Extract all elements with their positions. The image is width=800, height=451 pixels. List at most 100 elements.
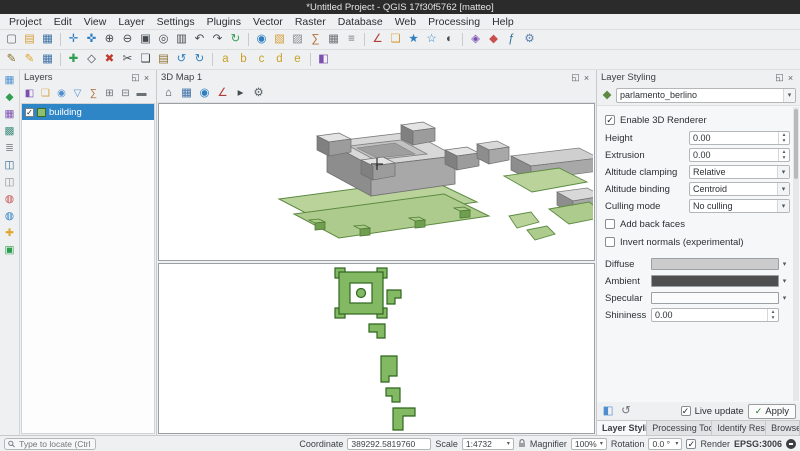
menu-item-help[interactable]: Help: [486, 15, 520, 29]
layer-labeling-icon[interactable]: a: [217, 51, 234, 68]
spinner-arrows[interactable]: ▴▾: [767, 309, 778, 321]
close-icon[interactable]: ×: [785, 73, 796, 83]
map-tips-icon[interactable]: ❏: [387, 31, 404, 48]
collapse-all-icon[interactable]: ⊟: [118, 86, 133, 101]
messages-icon[interactable]: [786, 439, 796, 449]
pan-map-icon[interactable]: ✛: [65, 31, 82, 48]
scale-select[interactable]: 1:4732 ▾: [462, 438, 514, 450]
tab-processing-toolbox[interactable]: Processing Toolbox: [647, 421, 712, 435]
python-console-icon[interactable]: ƒ: [503, 31, 520, 48]
extrusion-spinbox[interactable]: 0.00 ▴▾: [689, 148, 790, 162]
crs-badge[interactable]: EPSG:3006: [734, 439, 782, 449]
identify-3d-icon[interactable]: ◉: [196, 85, 213, 102]
locate-input[interactable]: [17, 438, 92, 450]
cut-features-icon[interactable]: ✂: [119, 51, 136, 68]
save-project-icon[interactable]: ▦: [39, 31, 56, 48]
live-update-checkbox[interactable]: [681, 406, 691, 416]
remove-layer-icon[interactable]: ▬: [134, 86, 149, 101]
new-geopackage-icon[interactable]: ▣: [2, 243, 18, 258]
checkbox-icon[interactable]: [605, 219, 615, 229]
layer-styling-panel-icon[interactable]: ◧: [315, 51, 332, 68]
ambient-color-button[interactable]: [651, 275, 779, 287]
layer-row-building[interactable]: ✓ building: [22, 104, 154, 120]
vertex-tool-icon[interactable]: ◇: [83, 51, 100, 68]
open-layer-styling-icon[interactable]: ◧: [22, 86, 37, 101]
menu-item-plugins[interactable]: Plugins: [201, 15, 247, 29]
toggle-editing-icon[interactable]: ✎: [21, 51, 38, 68]
measure-3d-icon[interactable]: ∠: [214, 85, 231, 102]
add-back-faces-checkbox[interactable]: Add back faces: [605, 216, 790, 232]
label-move-icon[interactable]: c: [253, 51, 270, 68]
layer-visibility-checkbox[interactable]: ✓: [25, 108, 34, 117]
menu-item-raster[interactable]: Raster: [289, 15, 332, 29]
menu-item-edit[interactable]: Edit: [48, 15, 78, 29]
dock-icon[interactable]: ◱: [774, 72, 785, 83]
redo-icon[interactable]: ↻: [191, 51, 208, 68]
manage-themes-icon[interactable]: ◉: [54, 86, 69, 101]
map3d-viewport[interactable]: [158, 103, 595, 261]
paste-features-icon[interactable]: ▤: [155, 51, 172, 68]
label-single-icon[interactable]: b: [235, 51, 252, 68]
zoom-in-icon[interactable]: ⊕: [101, 31, 118, 48]
styling-layer-select[interactable]: parlamento_berlino ▾: [616, 88, 796, 103]
tab-layer-styling[interactable]: Layer Styling: [597, 421, 647, 435]
zoom-out-icon[interactable]: ⊖: [119, 31, 136, 48]
scrollbar-thumb[interactable]: [794, 109, 798, 179]
zoom-full-icon[interactable]: ▣: [137, 31, 154, 48]
close-icon[interactable]: ×: [581, 73, 592, 83]
coordinate-field[interactable]: 389292.5819760: [347, 438, 431, 450]
magnifier-spinbox[interactable]: 100% ▾: [571, 438, 607, 450]
identify-features-icon[interactable]: ◉: [253, 31, 270, 48]
menu-item-vector[interactable]: Vector: [247, 15, 289, 29]
spinner-arrows[interactable]: ▴▾: [778, 149, 789, 161]
diffuse-color-button[interactable]: [651, 258, 779, 270]
altitude-clamping-select[interactable]: Relative ▾: [689, 165, 790, 179]
data-source-manager-icon[interactable]: ▦: [2, 73, 18, 88]
zoom-last-icon[interactable]: ↶: [191, 31, 208, 48]
locate-search[interactable]: [4, 438, 96, 450]
map-canvas[interactable]: [158, 263, 595, 434]
render-checkbox[interactable]: [686, 439, 696, 449]
apply-button[interactable]: ✓ Apply: [748, 404, 796, 419]
zoom-next-icon[interactable]: ↷: [209, 31, 226, 48]
altitude-binding-select[interactable]: Centroid ▾: [689, 182, 790, 196]
add-postgis-icon[interactable]: ◫: [2, 158, 18, 173]
add-wms-icon[interactable]: ◍: [2, 192, 18, 207]
chevron-down-icon[interactable]: ▾: [779, 294, 790, 302]
new-project-icon[interactable]: ▢: [3, 31, 20, 48]
add-vector-layer-icon[interactable]: ◆: [2, 90, 18, 105]
enable-3d-renderer-checkbox[interactable]: Enable 3D Renderer: [605, 112, 790, 128]
spin-down-icon[interactable]: ▾: [768, 315, 778, 321]
save-layer-edits-icon[interactable]: ▦: [39, 51, 56, 68]
chevron-down-icon[interactable]: ▾: [779, 260, 790, 268]
field-calculator-icon[interactable]: ≡: [343, 31, 360, 48]
invert-normals-checkbox[interactable]: Invert normals (experimental): [605, 234, 790, 250]
height-spinbox[interactable]: 0.00 ▴▾: [689, 131, 790, 145]
configure-3d-icon[interactable]: ⚙: [250, 85, 267, 102]
close-icon[interactable]: ×: [141, 73, 152, 83]
menu-item-web[interactable]: Web: [389, 15, 422, 29]
label-highlight-icon[interactable]: e: [289, 51, 306, 68]
zoom-to-layer-icon[interactable]: ▥: [173, 31, 190, 48]
menu-item-settings[interactable]: Settings: [151, 15, 201, 29]
add-mesh-layer-icon[interactable]: ▩: [2, 124, 18, 139]
specular-color-button[interactable]: [651, 292, 779, 304]
filter-legend-icon[interactable]: ▽: [70, 86, 85, 101]
spinner-arrows[interactable]: ▴▾: [778, 132, 789, 144]
style-manager-icon[interactable]: ◧: [601, 403, 615, 420]
add-xyz-icon[interactable]: ◍: [2, 209, 18, 224]
new-3d-map-icon[interactable]: ◈: [467, 31, 484, 48]
filter-expression-icon[interactable]: ∑: [86, 86, 101, 101]
lock-scale-icon[interactable]: [518, 439, 526, 448]
shininess-spinbox[interactable]: 0.00 ▴▾: [651, 308, 779, 322]
menu-item-layer[interactable]: Layer: [112, 15, 150, 29]
temporal-controller-icon[interactable]: ◐: [441, 31, 458, 48]
chevron-down-icon[interactable]: ▾: [779, 277, 790, 285]
deselect-features-icon[interactable]: ▨: [289, 31, 306, 48]
label-pin-icon[interactable]: d: [271, 51, 288, 68]
add-feature-icon[interactable]: ✚: [65, 51, 82, 68]
rotation-spinbox[interactable]: 0.0 ° ▾: [648, 438, 682, 450]
processing-toolbox-icon[interactable]: ⚙: [521, 31, 538, 48]
scrollbar[interactable]: [793, 107, 799, 401]
add-delimited-text-icon[interactable]: ≣: [2, 141, 18, 156]
